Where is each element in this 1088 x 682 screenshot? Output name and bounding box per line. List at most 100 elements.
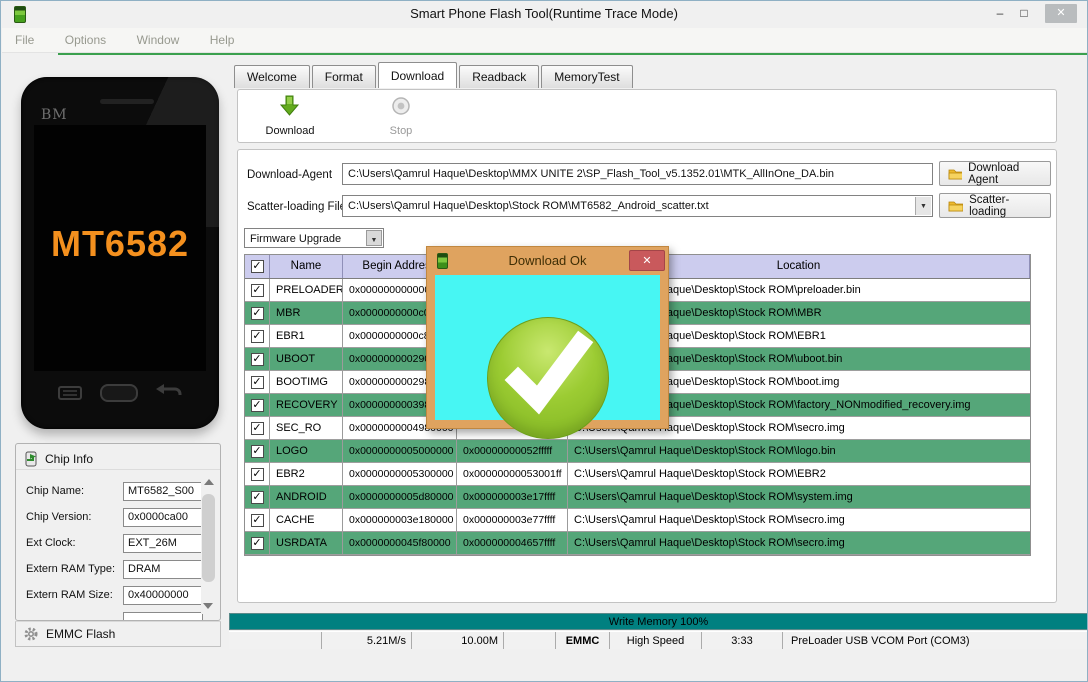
row-checkbox[interactable]: ✓ [250,467,264,481]
chip-version-field: Chip Version: 0x0000ca00 [16,508,220,528]
scroll-down-icon[interactable] [203,603,213,609]
scroll-up-icon[interactable] [203,479,214,485]
row-checkbox[interactable]: ✓ [250,490,264,504]
row-checkbox-cell: ✓ [245,463,270,485]
row-checkbox[interactable]: ✓ [250,444,264,458]
row-checkbox[interactable]: ✓ [250,375,264,389]
download-agent-button[interactable]: Download Agent [939,161,1051,186]
scatter-file-combobox[interactable]: C:\Users\Qamrul Haque\Desktop\Stock ROM\… [342,195,933,217]
scatter-dropdown-icon[interactable]: ▼ [915,197,931,215]
row-checkbox-cell: ✓ [245,302,270,324]
partition-row[interactable]: ✓ EBR2 0x0000000005300000 0x000000000530… [245,463,1030,486]
partition-location: C:\Users\Qamrul Haque\Desktop\Stock ROM\… [574,445,836,457]
row-checkbox[interactable]: ✓ [250,352,264,366]
tab-memorytest[interactable]: MemoryTest [541,65,633,88]
success-check-icon [487,317,609,439]
partition-name: EBR1 [270,325,343,347]
stop-button[interactable]: Stop [373,95,429,137]
row-checkbox[interactable]: ✓ [250,329,264,343]
partition-name: MBR [270,302,343,324]
tab-readback[interactable]: Readback [459,65,540,88]
row-checkbox[interactable]: ✓ [250,283,264,297]
menu-file[interactable]: File [2,28,47,47]
status-size: 10.00M [412,632,504,649]
mode-combobox[interactable]: Firmware Upgrade ▼ [244,228,384,248]
ram-size-label: Extern RAM Size: [26,589,113,601]
dialog-title-bar[interactable]: Download Ok ✕ [427,247,668,275]
partition-row[interactable]: ✓ CACHE 0x000000003e180000 0x000000003e7… [245,509,1030,532]
menu-options[interactable]: Options [52,28,119,47]
ext-clock-value[interactable]: EXT_26M [123,534,203,553]
scroll-thumb[interactable] [202,494,215,582]
partition-name: UBOOT [270,348,343,370]
status-bar: 5.21M/s 10.00M EMMC High Speed 3:33 PreL… [229,631,1087,649]
tab-welcome[interactable]: Welcome [234,65,310,88]
partition-begin-address: 0x0000000045f80000 [343,532,457,554]
partition-location: C:\Users\Qamrul Haque\Desktop\Stock ROM\… [574,514,845,526]
phone-image: BM MT6582 [21,77,219,429]
partition-name: PRELOADER [270,279,343,301]
partition-name: USRDATA [270,532,343,554]
download-agent-input[interactable]: C:\Users\Qamrul Haque\Desktop\MMX UNITE … [342,163,933,185]
ram-size-value[interactable]: 0x40000000 [123,586,203,605]
mode-value: Firmware Upgrade [250,233,342,245]
ram-type-value[interactable]: DRAM [123,560,203,579]
partition-name: SEC_RO [270,417,343,439]
phone-home-icon [100,384,138,402]
chip-name-value[interactable]: MT6582_S00 [123,482,203,501]
partition-end-address: 0x00000000052fffff [457,440,568,462]
partition-begin-address: 0x0000000005300000 [343,463,457,485]
partition-name: LOGO [270,440,343,462]
chip-version-value[interactable]: 0x0000ca00 [123,508,203,527]
status-time: 3:33 [702,632,783,649]
partition-row[interactable]: ✓ ANDROID 0x0000000005d80000 0x000000003… [245,486,1030,509]
menu-window[interactable]: Window [124,28,193,47]
phone-menu-icon [58,386,82,400]
progress-bar: Write Memory 100% [229,613,1087,630]
ext-clock-label: Ext Clock: [26,537,76,549]
scatter-file-value: C:\Users\Qamrul Haque\Desktop\Stock ROM\… [348,200,709,212]
partition-name: EBR2 [270,463,343,485]
menu-help[interactable]: Help [197,28,248,47]
scatter-loading-button[interactable]: Scatter-loading [939,193,1051,218]
partial-field-value [123,612,203,620]
chip-info-header: Chip Info [16,444,220,470]
download-button[interactable]: Download [259,95,321,137]
row-checkbox-cell: ✓ [245,325,270,347]
header-name[interactable]: Name [270,255,343,278]
row-checkbox[interactable]: ✓ [250,398,264,412]
window-title: Smart Phone Flash Tool(Runtime Trace Mod… [410,6,678,21]
partition-row[interactable]: ✓ USRDATA 0x0000000045f80000 0x000000004… [245,532,1030,555]
ram-type-field: Extern RAM Type: DRAM [16,560,220,580]
tab-format[interactable]: Format [311,65,376,88]
partition-begin-address: 0x000000003e180000 [343,509,457,531]
select-all-checkbox[interactable]: ✓ [250,260,264,273]
partition-location: C:\Users\Qamrul Haque\Desktop\Stock ROM\… [574,491,853,503]
mode-dropdown-icon[interactable]: ▼ [366,230,382,246]
partition-row[interactable]: ✓ LOGO 0x0000000005000000 0x00000000052f… [245,440,1030,463]
phone-brand-label: BM [41,107,68,123]
partition-location: C:\Users\Qamrul Haque\Desktop\Stock ROM\… [574,468,826,480]
gear-icon [24,627,38,641]
chip-name-label: Chip Name: [26,485,85,497]
partial-field [16,612,220,620]
status-empty-1 [229,632,322,649]
row-checkbox[interactable]: ✓ [250,306,264,320]
phone-chip-label: MT6582 [50,223,190,264]
tab-download[interactable]: Download [377,62,458,88]
status-flash-type: EMMC [556,632,610,649]
row-checkbox[interactable]: ✓ [250,421,264,435]
row-checkbox[interactable]: ✓ [250,513,264,527]
stop-icon [392,97,410,115]
close-button[interactable]: ✕ [1045,4,1077,23]
row-checkbox[interactable]: ✓ [250,536,264,550]
phone-back-icon [156,384,182,395]
row-checkbox-cell: ✓ [245,394,270,416]
dialog-close-button[interactable]: ✕ [629,250,665,271]
minimize-button[interactable]: – [989,4,1011,23]
chip-info-icon [25,451,37,467]
maximize-button[interactable]: □ [1013,4,1035,23]
chip-info-scrollbar[interactable] [201,476,216,614]
left-panel: BM MT6582 Chip Info Chip Name: MT6582_S0… [9,57,228,649]
app-window: Smart Phone Flash Tool(Runtime Trace Mod… [0,0,1088,682]
